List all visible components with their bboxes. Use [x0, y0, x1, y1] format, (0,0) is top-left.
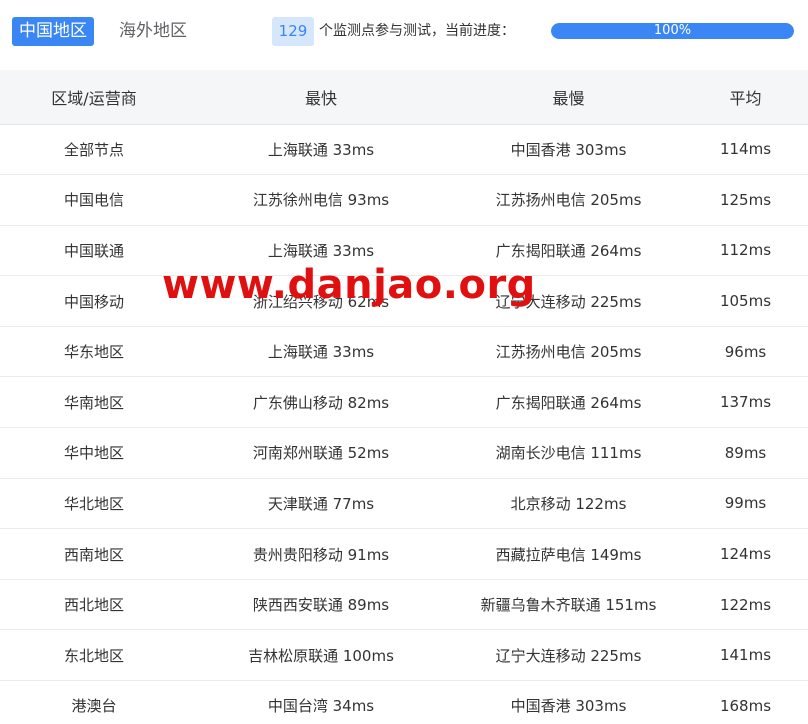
results-table: 区域/运营商 最快 最慢 平均 全部节点 上海联通 33ms 中国香港 303ms 1… [0, 70, 808, 724]
cell-fastest: 浙江绍兴移动 62ms [252, 292, 390, 311]
cell-slowest: 新疆乌鲁木齐联通 151ms [480, 596, 657, 615]
cell-fastest: 天津联通 77ms [267, 494, 375, 513]
tab-overseas[interactable]: 海外地区 [112, 17, 194, 46]
cell-slowest: 广东揭阳联通 264ms [495, 241, 642, 260]
cell-region: 华南地区 [63, 393, 124, 412]
table-row: 华北地区 天津联通 77ms 北京移动 122ms 99ms [0, 478, 808, 529]
cell-average: 105ms [719, 292, 772, 311]
table-row: 中国移动 浙江绍兴移动 62ms 辽宁大连移动 225ms 105ms [0, 276, 808, 327]
cell-slowest: 湖南长沙电信 111ms [495, 444, 642, 463]
progress-percent-label: 100% [653, 23, 692, 38]
cell-region: 中国移动 [63, 292, 124, 311]
table-row: 西南地区 贵州贵阳移动 91ms 西藏拉萨电信 149ms 124ms [0, 529, 808, 580]
table-row: 华东地区 上海联通 33ms 江苏扬州电信 205ms 96ms [0, 326, 808, 377]
cell-region: 中国电信 [63, 191, 124, 210]
table-header-row: 区域/运营商 最快 最慢 平均 [0, 70, 808, 124]
cell-average: 141ms [719, 646, 772, 665]
header-slowest: 最慢 [552, 88, 585, 108]
cell-fastest: 贵州贵阳移动 91ms [252, 545, 390, 564]
table-row: 西北地区 陕西西安联通 89ms 新疆乌鲁木齐联通 151ms 122ms [0, 579, 808, 630]
cell-fastest: 江苏徐州电信 93ms [252, 191, 390, 210]
cell-slowest: 江苏扬州电信 205ms [495, 343, 642, 362]
monitor-count-badge: 129 [272, 17, 314, 46]
cell-region: 西北地区 [63, 596, 124, 615]
cell-fastest: 陕西西安联通 89ms [252, 596, 390, 615]
tab-china[interactable]: 中国地区 [12, 17, 94, 46]
cell-region: 东北地区 [63, 646, 124, 665]
cell-slowest: 广东揭阳联通 264ms [495, 393, 642, 412]
table-row: 东北地区 吉林松原联通 100ms 辽宁大连移动 225ms 141ms [0, 630, 808, 681]
table-row: 中国联通 上海联通 33ms 广东揭阳联通 264ms 112ms [0, 225, 808, 276]
cell-fastest: 中国台湾 34ms [267, 697, 375, 716]
cell-average: 96ms [724, 342, 767, 361]
cell-slowest: 辽宁大连移动 225ms [495, 292, 642, 311]
cell-region: 港澳台 [71, 697, 117, 716]
table-row: 华中地区 河南郑州联通 52ms 湖南长沙电信 111ms 89ms [0, 428, 808, 479]
cell-average: 125ms [719, 190, 772, 209]
cell-slowest: 江苏扬州电信 205ms [495, 191, 642, 210]
cell-fastest: 河南郑州联通 52ms [252, 444, 390, 463]
progress-bar: 100% [551, 23, 794, 39]
cell-fastest: 上海联通 33ms [267, 140, 375, 159]
table-row: 港澳台 中国台湾 34ms 中国香港 303ms 168ms [0, 681, 808, 724]
cell-region: 全部节点 [63, 140, 124, 159]
table-row: 全部节点 上海联通 33ms 中国香港 303ms 114ms [0, 124, 808, 175]
cell-average: 112ms [719, 241, 772, 260]
cell-region: 华中地区 [63, 444, 124, 463]
table-body: 全部节点 上海联通 33ms 中国香港 303ms 114ms 中国电信 江苏徐州电信 9… [0, 124, 808, 724]
cell-average: 99ms [724, 494, 767, 513]
top-bar: 中国地区 海外地区 129 个监测点参与测试，当前进度： 100% [0, 0, 808, 64]
cell-average: 137ms [719, 393, 772, 412]
header-fastest: 最快 [304, 88, 337, 108]
cell-slowest: 辽宁大连移动 225ms [495, 646, 642, 665]
cell-average: 124ms [719, 545, 772, 564]
cell-fastest: 上海联通 33ms [267, 241, 375, 260]
cell-slowest: 中国香港 303ms [510, 140, 627, 159]
cell-fastest: 广东佛山移动 82ms [252, 393, 390, 412]
cell-average: 89ms [724, 443, 767, 462]
cell-region: 华北地区 [63, 494, 124, 513]
cell-average: 122ms [719, 595, 772, 614]
cell-slowest: 中国香港 303ms [510, 697, 627, 716]
cell-region: 西南地区 [63, 545, 124, 564]
progress-description: 个监测点参与测试，当前进度： [319, 23, 515, 39]
cell-region: 华东地区 [63, 343, 124, 362]
cell-fastest: 上海联通 33ms [267, 343, 375, 362]
cell-average: 114ms [719, 140, 772, 159]
table-row: 中国电信 江苏徐州电信 93ms 江苏扬州电信 205ms 125ms [0, 175, 808, 226]
cell-slowest: 北京移动 122ms [510, 494, 627, 513]
header-region: 区域/运营商 [51, 88, 137, 108]
cell-average: 168ms [719, 696, 772, 715]
table-row: 华南地区 广东佛山移动 82ms 广东揭阳联通 264ms 137ms [0, 377, 808, 428]
cell-slowest: 西藏拉萨电信 149ms [495, 545, 642, 564]
header-average: 平均 [729, 88, 762, 108]
cell-fastest: 吉林松原联通 100ms [248, 646, 394, 665]
cell-region: 中国联通 [63, 241, 124, 260]
